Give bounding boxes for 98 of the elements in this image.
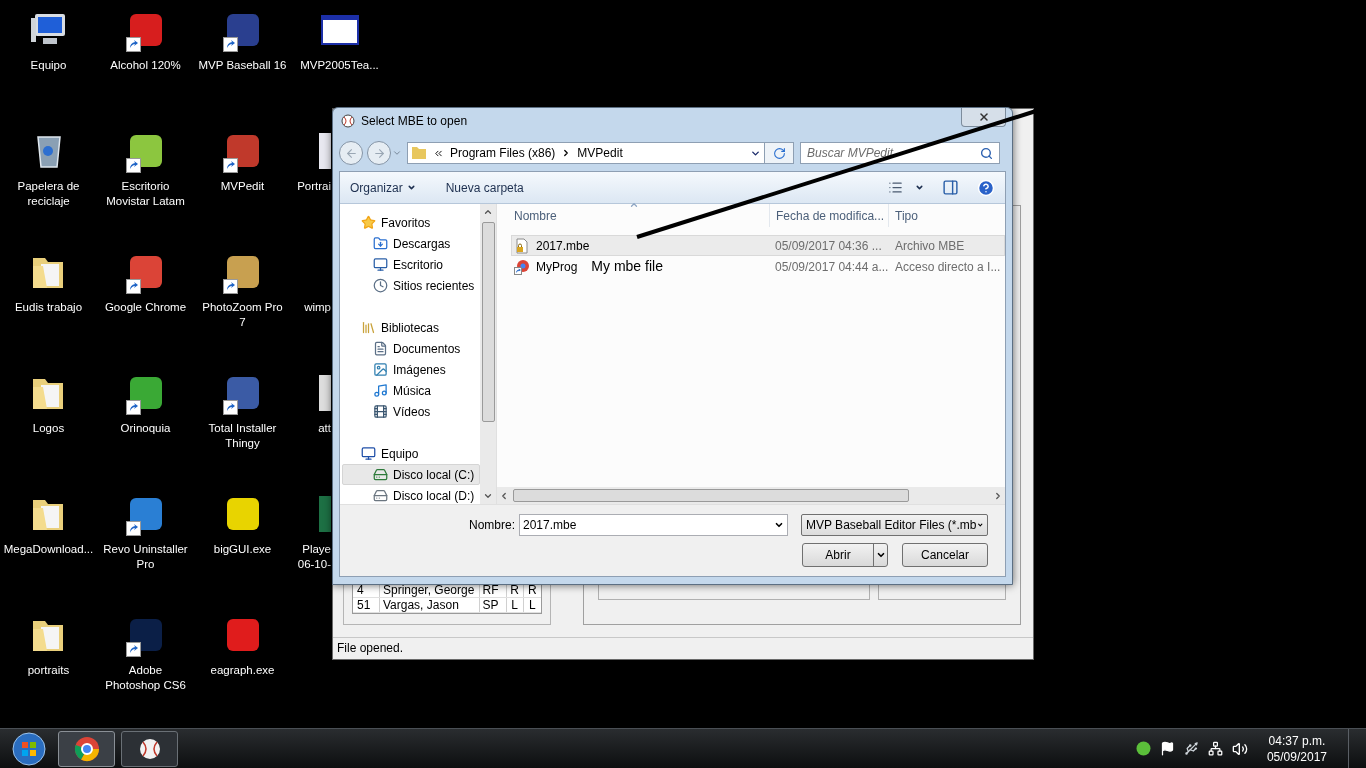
- filename-input[interactable]: 2017.mbe: [523, 516, 774, 534]
- open-button[interactable]: Abrir: [802, 543, 888, 567]
- usb-icon[interactable]: [1183, 741, 1199, 756]
- column-header[interactable]: Nombre: [497, 204, 770, 227]
- speaker-icon[interactable]: [1231, 740, 1248, 757]
- arrow-right-icon: [372, 146, 386, 160]
- nav-item[interactable]: Disco local (D:): [342, 485, 480, 504]
- computer-icon: [361, 446, 376, 461]
- shortcut-icon: [514, 258, 530, 275]
- table-cell: Vargas, Jason: [380, 598, 480, 612]
- scroll-left-icon: [499, 490, 509, 501]
- file-type: Archivo MBE: [894, 237, 966, 255]
- status-circle-icon: [1135, 741, 1151, 756]
- table-cell-text: R: [527, 583, 538, 597]
- baseball-icon: [137, 736, 162, 761]
- nav-item[interactable]: Sitios recientes: [342, 275, 480, 296]
- windows-orb-icon: [12, 731, 46, 766]
- search-icon: [980, 146, 993, 160]
- taskbar-button[interactable]: [121, 730, 178, 767]
- nav-item[interactable]: Escritorio: [342, 254, 480, 275]
- star-icon: [361, 215, 376, 230]
- network-icon[interactable]: [1207, 741, 1223, 756]
- caret-icon: [875, 550, 886, 560]
- folder-icon: [411, 146, 427, 160]
- flag-icon[interactable]: [1159, 741, 1175, 756]
- close-icon: [977, 111, 990, 123]
- field-label: Nombre:: [469, 517, 515, 534]
- clock-time: 04:37 p.m.: [1268, 732, 1326, 749]
- column-header[interactable]: Fecha de modifica...: [770, 204, 889, 227]
- help-button[interactable]: [977, 178, 995, 197]
- table-cell-text: L: [528, 598, 537, 612]
- round-logo-icon: [73, 735, 100, 762]
- organize-menu[interactable]: Organizar: [350, 178, 416, 197]
- search-field[interactable]: Buscar MVPedit: [800, 142, 1000, 164]
- film-icon: [373, 404, 388, 419]
- search-input[interactable]: Buscar MVPedit: [807, 144, 980, 162]
- sort-caret-icon: [629, 200, 639, 210]
- breadcrumb-item[interactable]: MVPedit: [577, 144, 623, 162]
- clock[interactable]: 04:37 p.m. 05/09/2017: [1266, 732, 1327, 765]
- view-menu-button[interactable]: [888, 180, 924, 195]
- file-date: 05/09/2017 04:36 ...: [774, 237, 883, 255]
- books-icon: [361, 320, 376, 335]
- file-name: 2017.mbe: [536, 237, 590, 255]
- table-cell: L: [506, 598, 524, 612]
- scrollbar-thumb[interactable]: [513, 489, 909, 502]
- file-type: Acceso directo a I...: [894, 258, 1002, 276]
- nav-item[interactable]: Documentos: [342, 338, 480, 359]
- refresh-icon: [772, 146, 786, 160]
- scrollbar-thumb[interactable]: [481, 222, 495, 422]
- document-icon: [373, 341, 388, 356]
- file-name: MyProg: [536, 258, 578, 276]
- picture-icon: [373, 362, 388, 377]
- address-bar[interactable]: Program Files (x86) MVPedit: [407, 142, 765, 164]
- nav-item[interactable]: Música: [342, 380, 480, 401]
- hard-drive-icon: [373, 467, 388, 482]
- help-icon: [977, 178, 995, 197]
- filename-field[interactable]: 2017.mbe: [519, 514, 788, 536]
- list-icon: [888, 180, 903, 195]
- music-note-icon: [373, 383, 388, 398]
- file-date: 05/09/2017 04:44 a...: [774, 258, 890, 276]
- file-type-dropdown[interactable]: MVP Baseball Editor Files (*.mb: [801, 514, 988, 536]
- nav-item[interactable]: Descargas: [342, 233, 480, 254]
- nav-item[interactable]: Bibliotecas: [342, 317, 480, 338]
- table-cell: SP: [479, 598, 507, 612]
- baseball-icon: [341, 114, 355, 128]
- refresh-button[interactable]: [765, 142, 794, 164]
- folder-icon: [373, 236, 388, 251]
- history-caret-icon: [392, 148, 402, 158]
- status-bar: File opened.: [333, 637, 1033, 659]
- clock-icon: [373, 278, 388, 293]
- clock-date: 05/09/2017: [1266, 748, 1327, 765]
- nav-item[interactable]: Imágenes: [342, 359, 480, 380]
- caret-icon: [915, 183, 924, 192]
- nav-item[interactable]: Vídeos: [342, 401, 480, 422]
- nav-item[interactable]: Favoritos: [342, 212, 480, 233]
- nav-item[interactable]: Equipo: [342, 443, 480, 464]
- annotation-text: My mbe file: [591, 257, 663, 276]
- preview-pane-button[interactable]: [942, 179, 959, 196]
- hard-drive-icon: [373, 488, 388, 503]
- scroll-right-icon: [993, 490, 1003, 501]
- cancel-button[interactable]: Cancelar: [902, 543, 988, 567]
- nav-item[interactable]: Disco local (C:): [342, 464, 480, 485]
- caret-icon: [774, 520, 784, 530]
- pane-icon: [942, 179, 959, 196]
- new-folder-button[interactable]: Nueva carpeta: [445, 178, 524, 197]
- column-header[interactable]: Tipo: [889, 204, 1005, 227]
- locked-file-icon: [514, 237, 530, 254]
- breadcrumb-item[interactable]: Program Files (x86): [450, 144, 556, 162]
- window-title: Select MBE to open: [361, 113, 468, 130]
- arrow-left-icon: [344, 146, 358, 160]
- scrollbar[interactable]: [497, 487, 1005, 504]
- taskbar-button[interactable]: [58, 730, 115, 767]
- file-row[interactable]: 2017.mbe 05/09/2017 04:36 ... Archivo MBE: [511, 235, 1005, 256]
- caret-icon: [406, 183, 416, 192]
- scrollbar[interactable]: [480, 204, 496, 504]
- table-cell: 51: [353, 598, 380, 612]
- monitor-icon: [373, 257, 388, 272]
- file-row[interactable]: MyProg My mbe file 05/09/2017 04:44 a... Acceso directo a I...: [511, 256, 1005, 277]
